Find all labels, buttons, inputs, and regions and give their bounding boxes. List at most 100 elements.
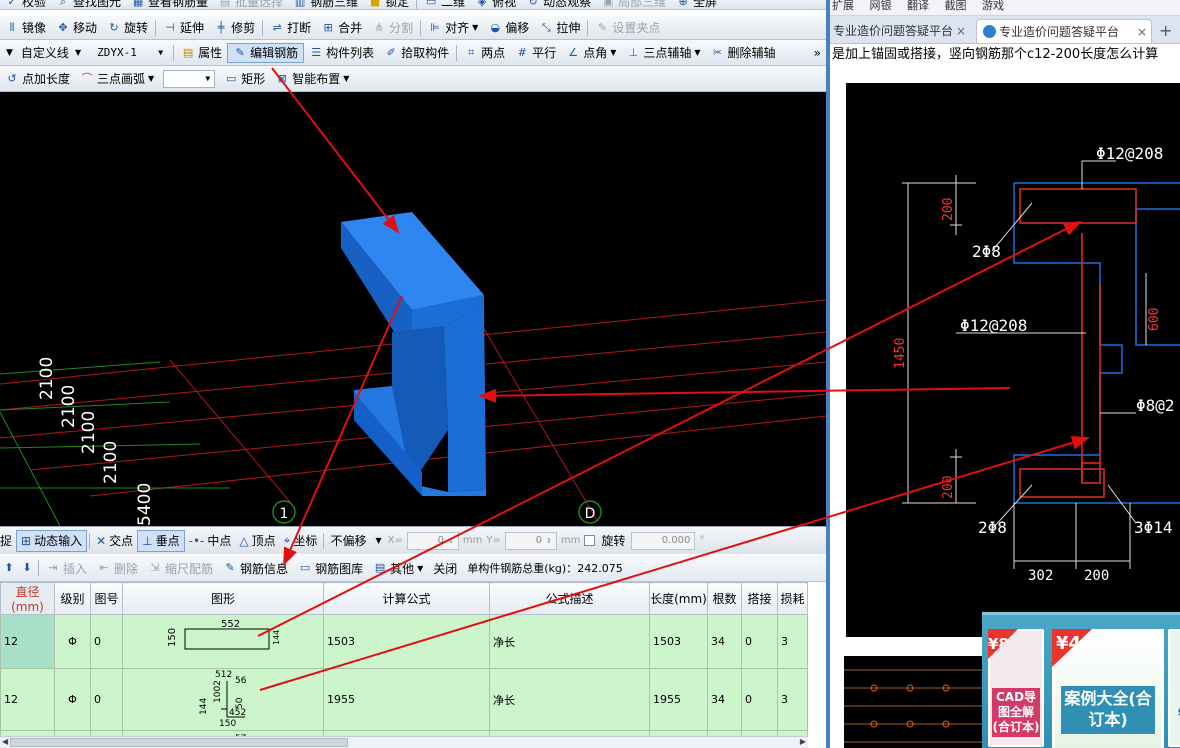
cell-description[interactable]: 净长: [489, 614, 650, 669]
close-tab-icon[interactable]: ×: [1137, 20, 1147, 43]
coordinate-snap-toggle[interactable]: ⌖ 坐标: [280, 530, 322, 552]
element-type-combo[interactable]: 自定义线 ▼: [17, 44, 85, 62]
fullscreen-button[interactable]: ⊕ 全屏: [671, 0, 722, 9]
insert-row-button[interactable]: ⇥ 插入: [41, 557, 92, 579]
book-ad-banner[interactable]: ¥8 CAD导图全解(合订本) ¥4 案例大全(合订本) 钢筋题(合: [982, 612, 1180, 748]
screenshot-button[interactable]: 截图: [945, 0, 967, 12]
set-grip-button[interactable]: ✎ 设置夹点: [590, 17, 665, 39]
point-angle-button[interactable]: ∠ 点角 ▼: [561, 42, 621, 64]
table-row[interactable]: 12 Φ 0 552 150 144 1503 净长 1503 34 0 3: [0, 614, 808, 669]
point-length-button[interactable]: ↺ 点加长度: [0, 68, 75, 90]
element-name-combo[interactable]: ZDYX-1 ▼: [93, 44, 167, 62]
cell-grade[interactable]: Φ: [54, 614, 91, 669]
browser-tab-active[interactable]: 专业造价问题答疑平台 ×: [976, 19, 1152, 43]
rotate-angle-input[interactable]: 0.000: [631, 531, 696, 550]
cell-grade[interactable]: Φ: [54, 668, 91, 731]
translate-button[interactable]: 翻译: [907, 0, 929, 12]
ad-book-cases[interactable]: ¥4 案例大全(合订本): [1052, 629, 1164, 748]
col-header-figure-no[interactable]: 图号: [90, 582, 123, 615]
parallel-button[interactable]: # 平行: [510, 42, 561, 64]
scale-rebar-button[interactable]: ⇲ 缩尺配筋: [143, 557, 218, 579]
cell-loss[interactable]: 3: [777, 668, 808, 731]
more-button[interactable]: »: [809, 42, 826, 64]
netbank-button[interactable]: 网银: [870, 0, 892, 12]
offset-button[interactable]: ◒ 偏移: [483, 17, 534, 39]
rotate-button[interactable]: ↻ 旋转: [102, 17, 153, 39]
offset-mode-select[interactable]: 不偏移 ▼: [326, 530, 385, 552]
ad-book-rebar[interactable]: 钢筋题(合: [1168, 629, 1180, 747]
extension-button[interactable]: 扩展: [832, 0, 854, 12]
cell-lap[interactable]: 0: [741, 614, 778, 669]
edit-rebar-button[interactable]: ✎ 编辑钢筋: [227, 42, 305, 63]
delete-axis-button[interactable]: ✂ 删除辅轴: [706, 42, 781, 64]
view-2d-button[interactable]: ▭ 二维: [419, 0, 470, 9]
cell-formula[interactable]: 1955: [323, 668, 490, 731]
cell-shape[interactable]: 512 56 1002 144 50 452 150: [122, 668, 324, 731]
find-element-button[interactable]: ⌕ 查找图元: [51, 0, 126, 9]
delete-row-button[interactable]: ⇤ 删除: [92, 557, 143, 579]
cell-length[interactable]: 1955: [649, 668, 708, 731]
move-button[interactable]: ✥ 移动: [51, 17, 102, 39]
game-button[interactable]: 游戏: [982, 0, 1004, 12]
y-coordinate-input[interactable]: 0 ⇕: [504, 531, 557, 550]
rebar-3d-button[interactable]: ▥ 钢筋三维: [288, 0, 363, 9]
browser-tab[interactable]: 专业造价问题答疑平台 ×: [830, 19, 970, 43]
cell-shape[interactable]: 552 150 144: [122, 614, 324, 669]
three-point-axis-button[interactable]: ⊥ 三点辅轴 ▼: [621, 42, 705, 64]
other-menu-button[interactable]: ▤ 其他 ▼: [368, 557, 428, 579]
cell-count[interactable]: 34: [707, 668, 742, 731]
col-header-lap[interactable]: 搭接: [741, 582, 778, 615]
properties-button[interactable]: ▤ 属性: [176, 42, 227, 64]
rectangle-button[interactable]: ▭ 矩形: [219, 68, 270, 90]
cell-formula[interactable]: 1503: [323, 614, 490, 669]
split-button[interactable]: ⋔ 分割: [367, 17, 418, 39]
col-header-diameter[interactable]: 直径(mm): [0, 582, 55, 615]
cell-lap[interactable]: 0: [741, 668, 778, 731]
col-header-shape[interactable]: 图形: [122, 582, 324, 615]
rebar-library-button[interactable]: ▭ 钢筋图库: [293, 557, 368, 579]
cell-count[interactable]: 34: [707, 614, 742, 669]
3d-viewport[interactable]: 2100 2100 2100 2100 5400 1 D: [0, 92, 826, 526]
extend-button[interactable]: ⊣ 延伸: [158, 17, 209, 39]
cell-length[interactable]: 1503: [649, 614, 708, 669]
col-header-formula[interactable]: 计算公式: [323, 582, 490, 615]
3d-beam-element[interactable]: [341, 212, 486, 496]
dynamic-view-button[interactable]: ↻ 动态观察: [521, 0, 596, 9]
align-button[interactable]: ⊫ 对齐 ▼: [423, 17, 483, 39]
dynamic-input-toggle[interactable]: ⊞ 动态输入: [16, 529, 88, 552]
intersection-snap-toggle[interactable]: ✕ 交点: [92, 530, 137, 552]
col-header-loss[interactable]: 损耗: [777, 582, 808, 615]
scroll-right-arrow-icon[interactable]: ▶: [800, 737, 806, 746]
trim-button[interactable]: ╪ 修剪: [209, 17, 260, 39]
scroll-left-arrow-icon[interactable]: ◀: [2, 737, 8, 746]
arc-option-combo[interactable]: ▼: [163, 69, 216, 88]
col-header-grade[interactable]: 级别: [54, 582, 91, 615]
close-button[interactable]: 关闭: [428, 557, 462, 579]
cell-diameter[interactable]: 12: [0, 668, 55, 731]
batch-select-button[interactable]: ▤ 批量选择: [213, 0, 288, 9]
merge-button[interactable]: ⊞ 合并: [316, 17, 367, 39]
move-up-button[interactable]: ⬆: [0, 557, 18, 579]
new-tab-button[interactable]: +: [1156, 19, 1176, 43]
three-point-arc-button[interactable]: ⌒ 三点画弧 ▼: [75, 68, 159, 90]
table-row[interactable]: 12 Φ 0 512 56 1002 144 50 452 150 1955 净…: [0, 668, 808, 731]
pick-element-button[interactable]: ✐ 拾取构件: [379, 42, 454, 64]
mirror-button[interactable]: ⫴ 镜像: [0, 17, 51, 39]
top-view-button[interactable]: ◈ 俯视: [470, 0, 521, 9]
perpendicular-snap-toggle[interactable]: ⊥ 垂点: [137, 529, 185, 552]
partial-3d-button[interactable]: ▣ 局部三维: [596, 0, 671, 9]
cell-description[interactable]: 净长: [489, 668, 650, 731]
rebar-info-button[interactable]: ✎ 钢筋信息: [218, 557, 293, 579]
col-header-description[interactable]: 公式描述: [489, 582, 650, 615]
close-tab-icon[interactable]: ×: [956, 19, 966, 43]
midpoint-snap-toggle[interactable]: -•- 中点: [185, 530, 236, 552]
view-rebar-amount-button[interactable]: ▦ 查看钢筋量: [126, 0, 213, 9]
two-point-button[interactable]: ⌗ 两点: [459, 42, 510, 64]
snap-toggle[interactable]: 捉: [0, 530, 16, 552]
stretch-button[interactable]: ⤡ 拉伸: [534, 17, 585, 39]
x-coordinate-input[interactable]: 0 ⇕: [406, 531, 459, 550]
cell-diameter[interactable]: 12: [0, 614, 55, 669]
ad-book-cad[interactable]: ¥8 CAD导图全解(合订本): [988, 629, 1044, 747]
check-button[interactable]: ✓ 校验: [0, 0, 51, 9]
table-horizontal-scrollbar[interactable]: ◀ ▶: [0, 736, 808, 748]
